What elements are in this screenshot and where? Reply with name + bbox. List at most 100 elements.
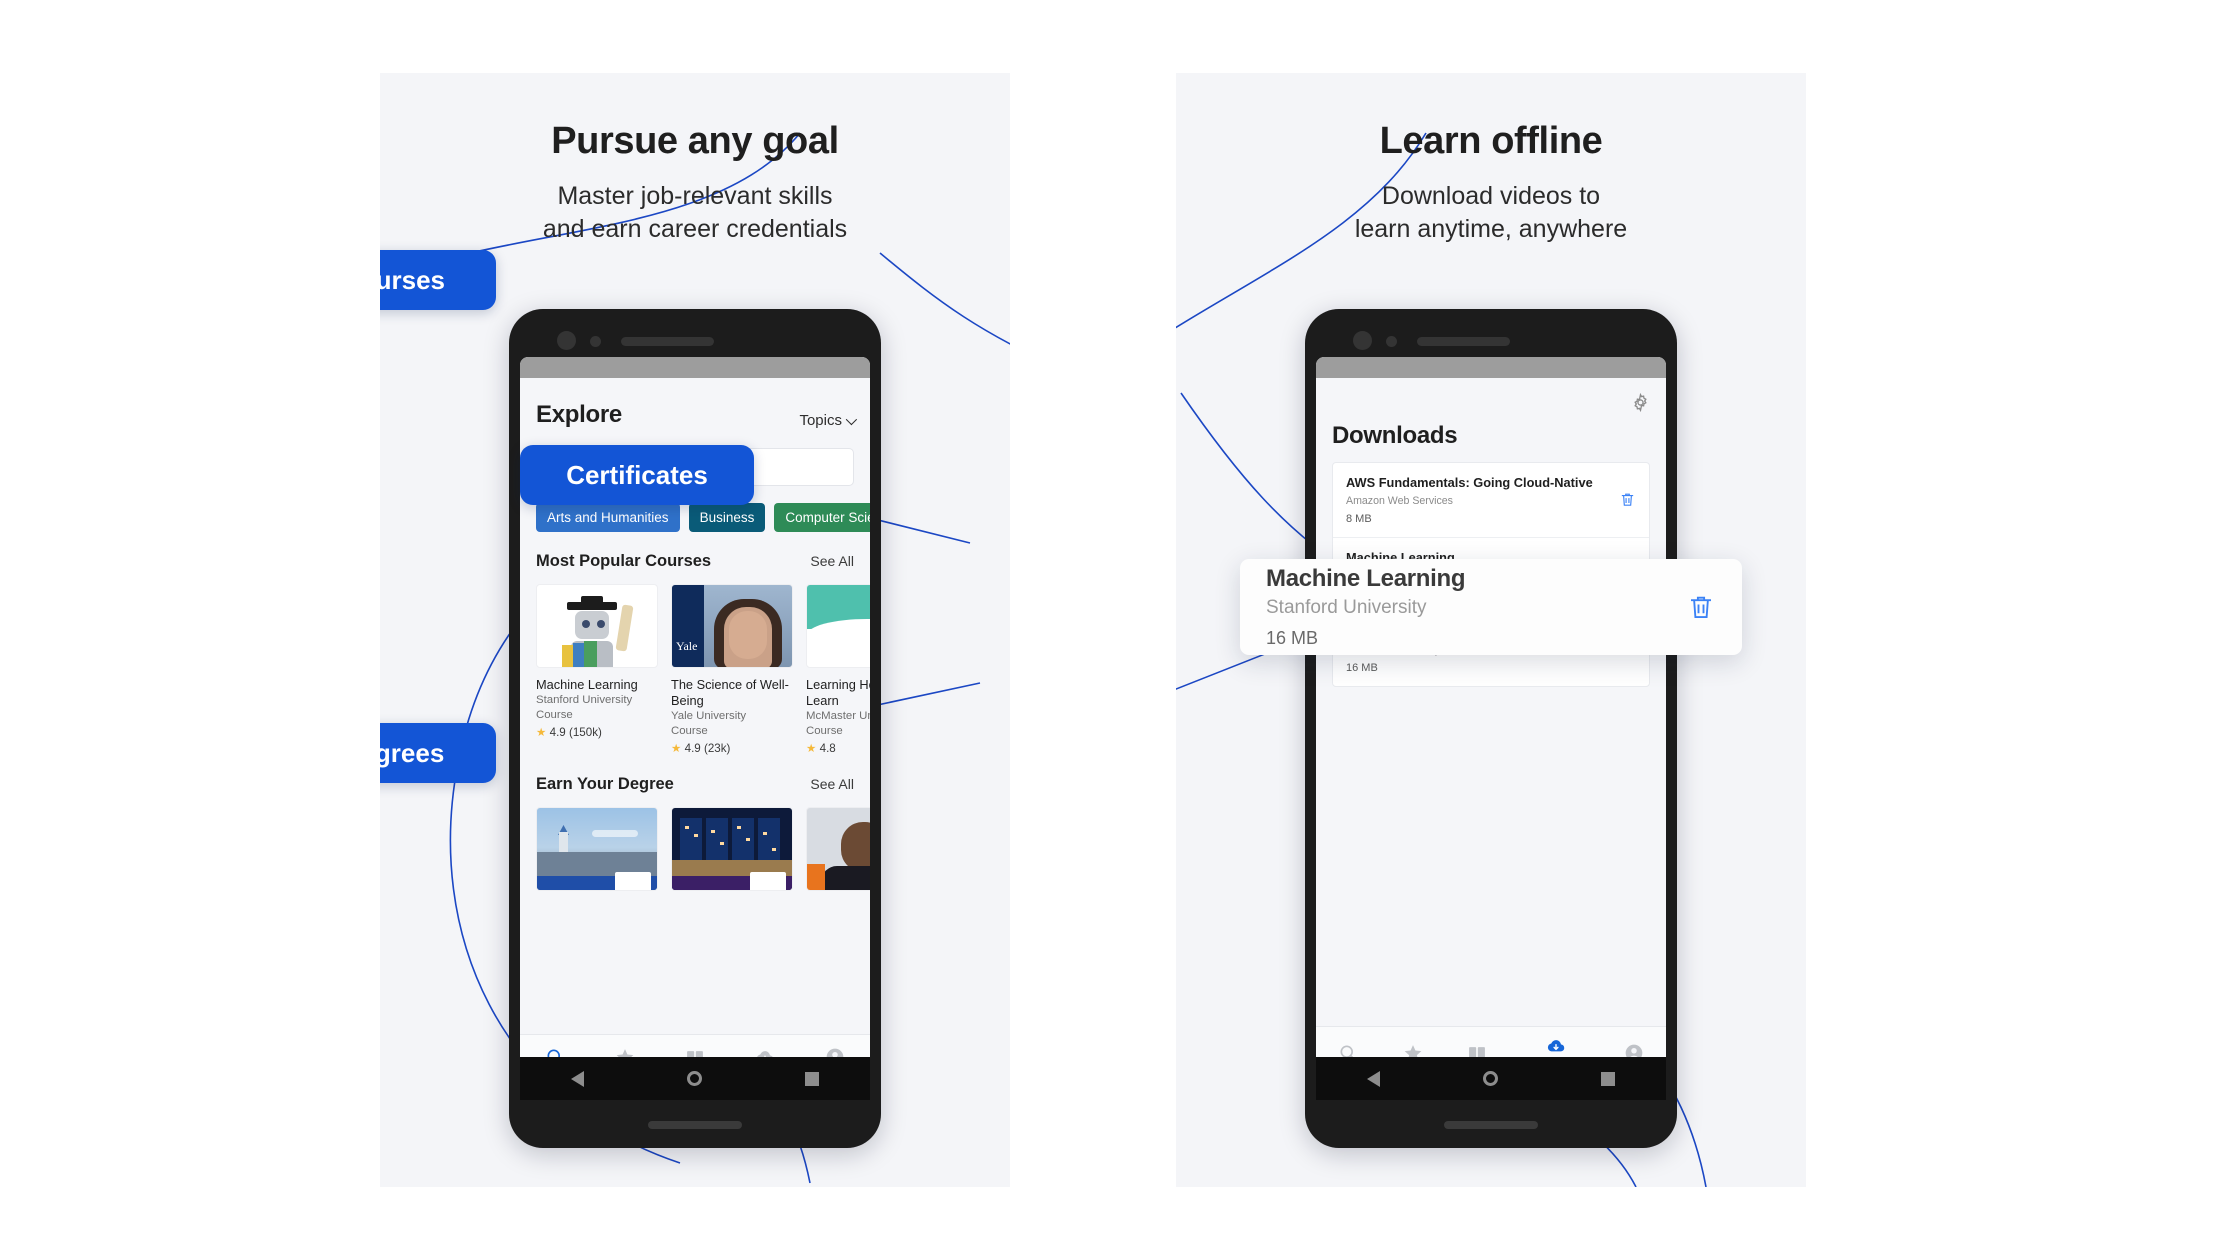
- search-icon: [1340, 1045, 1354, 1057]
- category-pills: Arts and Humanities Business Computer Sc…: [536, 503, 870, 532]
- section-title: Most Popular Courses: [536, 552, 712, 570]
- course-thumbnail-robot: [536, 584, 658, 668]
- nav-profile-tab[interactable]: [825, 1047, 845, 1057]
- speaker-grille-top: [621, 337, 714, 346]
- nav-profile-tab[interactable]: [1624, 1043, 1644, 1057]
- explore-header: Explore Topics: [536, 378, 858, 429]
- speaker-grille-top: [1417, 337, 1510, 346]
- app-bottom-nav-downloads: Downloads: [1316, 1026, 1666, 1057]
- trash-icon[interactable]: [1619, 491, 1636, 508]
- profile-icon: [1625, 1044, 1643, 1057]
- trash-icon[interactable]: [1686, 592, 1716, 622]
- degree-thumbnail-night-city: [671, 807, 793, 891]
- phone-mockup-explore: Explore Topics Search Catalog Arts and H…: [509, 309, 881, 1148]
- course-rating: ★ 4.9 (23k): [671, 741, 793, 755]
- phone-mockup-downloads: Downloads AWS Fundamentals: Going Cloud-…: [1305, 309, 1677, 1148]
- magnified-download-size: 16 MB: [1266, 628, 1319, 648]
- course-card-row: Machine Learning Stanford University Cou…: [536, 584, 870, 755]
- magnified-download-item[interactable]: Machine Learning Stanford University 16 …: [1240, 559, 1742, 655]
- settings-row: [1332, 378, 1650, 412]
- section-header-earn-degree: Earn Your Degree See All: [536, 775, 854, 794]
- android-back-icon[interactable]: [571, 1070, 585, 1087]
- status-bar: [1316, 357, 1666, 378]
- download-org: Amazon Web Services: [1346, 494, 1453, 507]
- panel-learn-offline: Learn offline Download videos to learn a…: [1176, 73, 1806, 1187]
- course-card[interactable]: Yale The Science of Well-Being Yale Univ…: [671, 584, 793, 755]
- nav-mylearning-tab[interactable]: [1467, 1043, 1487, 1057]
- android-home-icon[interactable]: [1482, 1071, 1498, 1086]
- book-icon: [1469, 1046, 1486, 1057]
- course-card[interactable]: Machine Learning Stanford University Cou…: [536, 584, 658, 755]
- explore-title: Explore: [536, 401, 622, 428]
- pill-arts-and-humanities[interactable]: Arts and Humanities: [536, 503, 680, 532]
- course-name: Learning How to Learn: [806, 677, 870, 708]
- android-nav-bar: [1316, 1057, 1666, 1100]
- gear-icon[interactable]: [1631, 393, 1650, 412]
- phone-top-bezel: [1305, 309, 1677, 355]
- nav-search-tab[interactable]: [545, 1047, 565, 1057]
- degree-thumbnail-london: [536, 807, 658, 891]
- star-icon: [616, 1048, 634, 1057]
- android-back-icon[interactable]: [1367, 1070, 1381, 1087]
- download-size: 8 MB: [1346, 512, 1372, 525]
- subtitle-line-2: and earn career credentials: [542, 215, 848, 243]
- star-icon: ★: [671, 742, 682, 755]
- download-item-text: AWS Fundamentals: Going Cloud-Native Ama…: [1346, 475, 1619, 525]
- badge-courses[interactable]: Courses: [380, 250, 496, 310]
- course-type: Course: [536, 709, 573, 721]
- see-all-link-popular[interactable]: See All: [810, 553, 854, 569]
- course-card[interactable]: Learning How to Learn McMaster Universit…: [806, 584, 870, 755]
- nav-saved-tab[interactable]: [615, 1047, 635, 1057]
- camera-icon: [557, 331, 576, 350]
- phone-screen-downloads: Downloads AWS Fundamentals: Going Cloud-…: [1316, 357, 1666, 1057]
- subtitle-line-1: Master job-relevant skills: [557, 182, 833, 210]
- nav-saved-tab[interactable]: [1403, 1043, 1423, 1057]
- degree-card-row: [536, 807, 870, 891]
- app-bottom-nav-explore: [520, 1034, 870, 1057]
- section-header-most-popular: Most Popular Courses See All: [536, 552, 854, 571]
- degree-thumbnail-person: [806, 807, 870, 891]
- android-recents-icon[interactable]: [1600, 1071, 1615, 1086]
- degree-card[interactable]: [536, 807, 658, 891]
- badge-degrees[interactable]: Degrees: [380, 723, 496, 783]
- star-icon: ★: [806, 742, 817, 755]
- chevron-down-icon: [845, 413, 858, 425]
- course-name: The Science of Well-Being: [671, 677, 789, 708]
- degree-card[interactable]: [671, 807, 793, 891]
- badge-certificates[interactable]: Certificates: [520, 445, 754, 505]
- cloud-download-icon: [757, 1050, 773, 1057]
- nav-downloads-tab[interactable]: [755, 1047, 775, 1057]
- android-recents-icon[interactable]: [804, 1071, 819, 1086]
- course-org: McMaster University: [806, 710, 870, 722]
- magnified-download-name: Machine Learning: [1266, 565, 1466, 592]
- nav-search-tab[interactable]: [1338, 1043, 1358, 1057]
- rating-count: (23k): [704, 742, 731, 755]
- see-all-link-degree[interactable]: See All: [810, 776, 854, 792]
- subtitle-line-1: Download videos to: [1381, 182, 1601, 210]
- course-thumbnail-yale: Yale: [671, 584, 793, 668]
- page-title: Pursue any goal: [551, 120, 839, 162]
- android-home-icon[interactable]: [686, 1071, 702, 1086]
- nav-mylearning-tab[interactable]: [685, 1047, 705, 1057]
- download-item[interactable]: AWS Fundamentals: Going Cloud-Native Ama…: [1333, 463, 1649, 537]
- book-icon: [687, 1050, 703, 1057]
- rating-value: 4.8: [819, 742, 836, 755]
- page-subtitle: Master job-relevant skills and earn care…: [380, 180, 1010, 246]
- sensor-icon: [1386, 336, 1397, 347]
- star-icon: ★: [536, 726, 547, 739]
- course-name: Machine Learning: [536, 677, 638, 692]
- degree-card[interactable]: [806, 807, 870, 891]
- pill-business[interactable]: Business: [688, 503, 766, 532]
- course-type: Course: [806, 725, 843, 737]
- nav-downloads-tab[interactable]: Downloads: [1532, 1036, 1579, 1058]
- panel-pursue-any-goal: Pursue any goal Master job-relevant skil…: [380, 73, 1010, 1187]
- course-thumbnail-learning: [806, 584, 870, 668]
- speaker-grille-bottom: [1444, 1121, 1538, 1129]
- topics-dropdown[interactable]: Topics: [799, 412, 858, 429]
- pill-computer-science[interactable]: Computer Science: [774, 503, 870, 532]
- star-icon: [1404, 1044, 1422, 1057]
- screenshot-root: Pursue any goal Master job-relevant skil…: [0, 0, 2240, 1260]
- rating-value: 4.9: [684, 742, 701, 755]
- download-name: AWS Fundamentals: Going Cloud-Native: [1346, 475, 1593, 490]
- rating-value: 4.9: [549, 726, 566, 739]
